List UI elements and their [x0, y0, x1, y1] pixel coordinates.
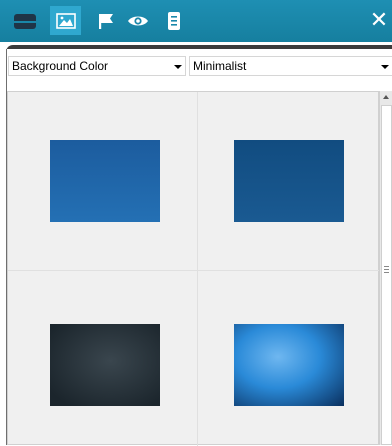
grid-divider-horizontal: [8, 270, 380, 271]
scrollbar-thumb[interactable]: [381, 105, 392, 445]
flag-icon: [98, 13, 113, 29]
layers-button[interactable]: [9, 6, 40, 35]
content-panel: Background Color Minimalist: [6, 49, 392, 446]
toolbar: ✕: [0, 0, 392, 42]
chevron-down-icon: [381, 65, 389, 69]
background-thumbnail-solid-blue[interactable]: [50, 140, 160, 222]
category-select[interactable]: Background Color: [8, 56, 186, 76]
scroll-icon: [167, 11, 180, 30]
scroll-up-arrow-icon[interactable]: [383, 95, 389, 99]
vertical-scrollbar[interactable]: [379, 91, 392, 445]
background-image-button[interactable]: [50, 6, 81, 35]
background-thumbnail-navy-blue[interactable]: [234, 140, 344, 222]
chevron-down-icon: [174, 65, 182, 69]
style-select[interactable]: Minimalist: [189, 56, 392, 76]
category-select-value: Background Color: [12, 59, 109, 73]
script-button[interactable]: [158, 6, 189, 35]
eye-icon: [127, 16, 148, 25]
background-thumbnail-dark-slate[interactable]: [50, 324, 160, 406]
background-thumbnail-glowing-blue[interactable]: [234, 324, 344, 406]
thumbnail-grid: [7, 91, 380, 446]
layers-icon: [13, 13, 36, 29]
image-icon: [55, 12, 76, 29]
grid-divider-vertical: [197, 92, 198, 446]
close-icon: ✕: [369, 7, 389, 32]
preview-button[interactable]: [122, 6, 153, 35]
flag-button[interactable]: [90, 6, 121, 35]
grip-icon: [384, 266, 389, 273]
close-button[interactable]: ✕: [368, 6, 390, 34]
style-select-value: Minimalist: [193, 59, 247, 73]
